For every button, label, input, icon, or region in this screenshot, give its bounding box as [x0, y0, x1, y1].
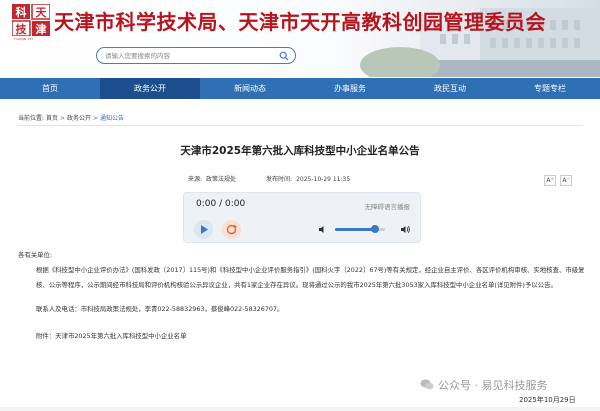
article-title: 天津市2025年第六批入库科技型中小企业名单公告 — [180, 145, 420, 157]
breadcrumb-separator: > — [93, 115, 99, 122]
nav-item-interaction[interactable]: 政民互动 — [400, 78, 500, 99]
watermark: 公众号 · 易见科技服务 — [420, 377, 548, 393]
date-stamp: 2025年10月29日 — [519, 396, 576, 404]
current-time: 0:00 — [196, 199, 217, 209]
svg-text:技: 技 — [16, 22, 28, 36]
search-icon[interactable] — [279, 51, 289, 61]
total-time: 0:00 — [225, 199, 246, 209]
volume-fill — [335, 228, 375, 231]
logo-caption: TIANJIN STI — [14, 37, 33, 41]
article-meta: 来源: 政策法规处 发布时间: 2025-10-29 11:35 — [188, 174, 354, 183]
watermark-text: 公众号 · 易见科技服务 — [438, 379, 548, 392]
breadcrumb-government-affairs[interactable]: 政务公开 — [67, 115, 91, 122]
play-icon[interactable] — [194, 220, 213, 239]
nav-item-news[interactable]: 新闻动态 — [200, 78, 300, 99]
search-input[interactable] — [105, 49, 275, 62]
breadcrumb-separator: > — [59, 115, 65, 122]
svg-text:科: 科 — [16, 5, 27, 19]
time-label: 发布时间: — [266, 176, 293, 183]
volume-low-icon[interactable] — [318, 225, 327, 234]
source-label: 来源: — [188, 176, 203, 183]
accessibility-note: 无障碍语言播报 — [364, 203, 411, 211]
svg-text:津: 津 — [36, 22, 47, 36]
font-increase-button[interactable]: A⁺ — [544, 175, 556, 186]
nav-item-government-affairs[interactable]: 政务公开 — [100, 78, 200, 99]
search-box[interactable] — [96, 47, 296, 64]
site-title: 天津市科学技术局、天津市天开高教科创园管理委员会 — [54, 10, 546, 34]
divider — [18, 125, 582, 126]
breadcrumb-notices[interactable]: 通知公告 — [100, 115, 124, 122]
logo-icon: 科 天 技 津 — [12, 4, 50, 36]
site-header: 科 天 技 津 TIANJIN STI 天津市科学技术局、天津市天开高教科创园管… — [0, 0, 600, 77]
article-body: 各有关单位: 根据《科技型中小企业评价办法》(国科发政〔2017〕115号)和《… — [18, 248, 586, 344]
volume-high-icon[interactable] — [400, 224, 411, 235]
nav-item-home[interactable]: 首页 — [0, 78, 100, 99]
time-separator: / — [219, 199, 223, 209]
attachment-link[interactable]: 附件：天津市2025年第六批入库科技型中小企业名单 — [18, 329, 586, 344]
contact-paragraph: 联系人及电话：市科技局政策法规处，李青022-58832963，蔡俊峰022-5… — [36, 305, 284, 313]
volume-slider-handle[interactable] — [371, 225, 379, 233]
font-decrease-button[interactable]: A⁻ — [560, 175, 572, 186]
footer-strip — [0, 407, 600, 411]
nav-item-topics[interactable]: 专题专栏 — [500, 78, 600, 99]
greeting: 各有关单位: — [18, 251, 53, 259]
source-value: 政策法规处 — [206, 176, 237, 183]
replay-icon[interactable] — [222, 220, 241, 239]
audio-player: 0:00 / 0:00 无障碍语言播报 — [183, 192, 421, 243]
body-paragraph: 根据《科技型中小企业评价办法》(国科发政〔2017〕115号)和《科技型中小企业… — [36, 266, 585, 289]
player-time: 0:00 / 0:00 — [196, 199, 245, 209]
time-value: 2025-10-29 11:35 — [296, 176, 351, 183]
breadcrumb-label: 当前位置: — [18, 115, 45, 122]
svg-text:天: 天 — [36, 6, 48, 19]
main-nav: 首页 政务公开 新闻动态 办事服务 政民互动 专题专栏 — [0, 78, 600, 99]
nav-item-services[interactable]: 办事服务 — [300, 78, 400, 99]
breadcrumb: 当前位置: 首页 > 政务公开 > 通知公告 — [18, 113, 124, 122]
breadcrumb-home[interactable]: 首页 — [46, 115, 58, 122]
